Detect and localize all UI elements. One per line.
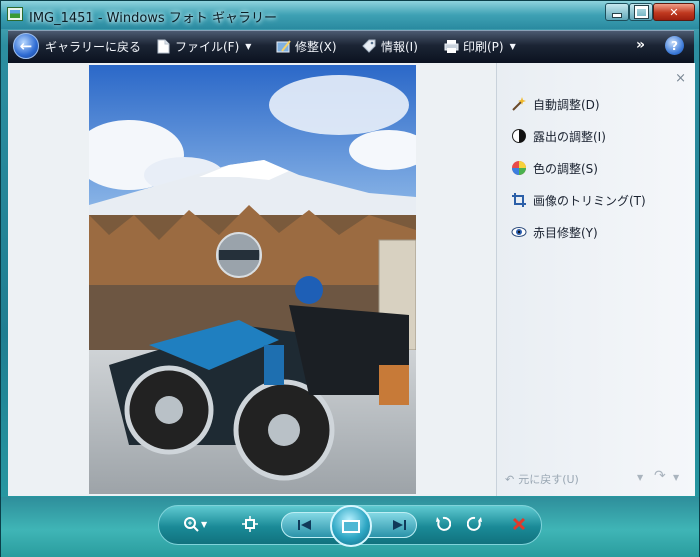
- command-toolbar: ← ギャラリーに戻る ファイル(F) ▼ 修整(X) 情報(I) 印刷(P) ▼…: [8, 30, 694, 63]
- crop-picture-label: 画像のトリミング(T): [533, 193, 646, 208]
- zoom-button[interactable]: ▼: [183, 516, 207, 532]
- undo-button[interactable]: ↶ 元に戻す(U): [505, 471, 579, 487]
- color-wheel-icon: [512, 161, 526, 175]
- info-label: 情報(I): [381, 40, 418, 54]
- window-title: IMG_1451 - Windows フォト ギャラリー: [29, 11, 277, 26]
- title-bar[interactable]: IMG_1451 - Windows フォト ギャラリー ✕: [1, 1, 699, 29]
- info-button[interactable]: 情報(I): [362, 38, 418, 55]
- fix-button[interactable]: 修整(X): [276, 38, 337, 55]
- fix-red-eye-button[interactable]: 赤目修整(Y): [511, 223, 598, 241]
- crop-picture-button[interactable]: 画像のトリミング(T): [511, 191, 646, 209]
- red-eye-icon: [511, 227, 527, 237]
- control-bar-area: ▼: [1, 497, 699, 557]
- photo-gallery-app-icon: [7, 7, 23, 21]
- crop-icon: [512, 193, 526, 207]
- fix-icon: [276, 40, 291, 53]
- content-area: × 自動調整(D) 露出の調整(I) 色の調整(S) 画像のトリミング(T) 赤…: [8, 63, 695, 496]
- file-menu-label: ファイル(F): [175, 40, 240, 54]
- back-to-gallery-label: ギャラリーに戻る: [45, 40, 142, 54]
- previous-icon: [298, 520, 311, 530]
- maximize-button[interactable]: [629, 3, 653, 21]
- back-to-gallery-button[interactable]: ギャラリーに戻る: [45, 38, 141, 55]
- printer-icon: [444, 40, 459, 53]
- fix-label: 修整(X): [295, 40, 337, 54]
- close-button[interactable]: ✕: [653, 3, 695, 21]
- rotate-left-icon: [436, 516, 451, 531]
- close-panel-icon[interactable]: ×: [675, 71, 686, 86]
- actual-size-button[interactable]: [241, 516, 259, 532]
- exposure-icon: [512, 129, 526, 143]
- chevron-down-icon: ▼: [245, 42, 252, 51]
- slideshow-icon: [342, 519, 360, 533]
- magic-wand-icon: [512, 97, 526, 111]
- actual-size-icon: [242, 516, 258, 532]
- help-icon[interactable]: ?: [665, 36, 684, 55]
- photo-viewer: [8, 63, 496, 496]
- print-menu-label: 印刷(P): [463, 40, 504, 54]
- redo-icon[interactable]: ↷: [654, 468, 666, 484]
- undo-label: 元に戻す(U): [518, 473, 579, 486]
- adjust-exposure-label: 露出の調整(I): [533, 129, 606, 144]
- adjust-color-button[interactable]: 色の調整(S): [511, 159, 598, 177]
- print-menu-button[interactable]: 印刷(P) ▼: [444, 38, 516, 55]
- motorcycle-photo: [89, 65, 416, 494]
- fix-red-eye-label: 赤目修整(Y): [533, 225, 598, 240]
- previous-button[interactable]: [297, 518, 313, 532]
- rotate-counterclockwise-button[interactable]: [435, 516, 451, 532]
- chevron-down-icon: ▼: [509, 42, 516, 51]
- file-icon: [157, 39, 170, 54]
- delete-icon: [512, 517, 526, 531]
- undo-icon: ↶: [505, 472, 515, 486]
- fix-panel: × 自動調整(D) 露出の調整(I) 色の調整(S) 画像のトリミング(T) 赤…: [496, 63, 695, 496]
- adjust-color-label: 色の調整(S): [533, 161, 598, 176]
- tag-icon: [362, 39, 376, 53]
- next-icon: [393, 520, 406, 530]
- auto-adjust-button[interactable]: 自動調整(D): [511, 95, 600, 113]
- delete-button[interactable]: [511, 516, 527, 532]
- next-button[interactable]: [391, 518, 407, 532]
- rotate-right-icon: [467, 516, 482, 531]
- chevron-down-icon: ▼: [201, 519, 208, 529]
- window-frame: IMG_1451 - Windows フォト ギャラリー ✕ ← ギャラリーに戻…: [0, 0, 700, 557]
- rotate-clockwise-button[interactable]: [467, 516, 483, 532]
- redo-dropdown-icon[interactable]: ▼: [673, 473, 679, 482]
- playback-controls: ▼: [158, 505, 542, 547]
- file-menu-button[interactable]: ファイル(F) ▼: [156, 38, 251, 55]
- auto-adjust-label: 自動調整(D): [533, 97, 600, 112]
- minimize-button[interactable]: [605, 3, 629, 21]
- zoom-icon: [184, 517, 199, 532]
- back-arrow-icon[interactable]: ←: [13, 33, 39, 59]
- undo-dropdown-icon[interactable]: ▼: [637, 473, 643, 482]
- slideshow-button[interactable]: [330, 505, 372, 547]
- adjust-exposure-button[interactable]: 露出の調整(I): [511, 127, 606, 145]
- more-commands-icon[interactable]: »: [636, 37, 645, 53]
